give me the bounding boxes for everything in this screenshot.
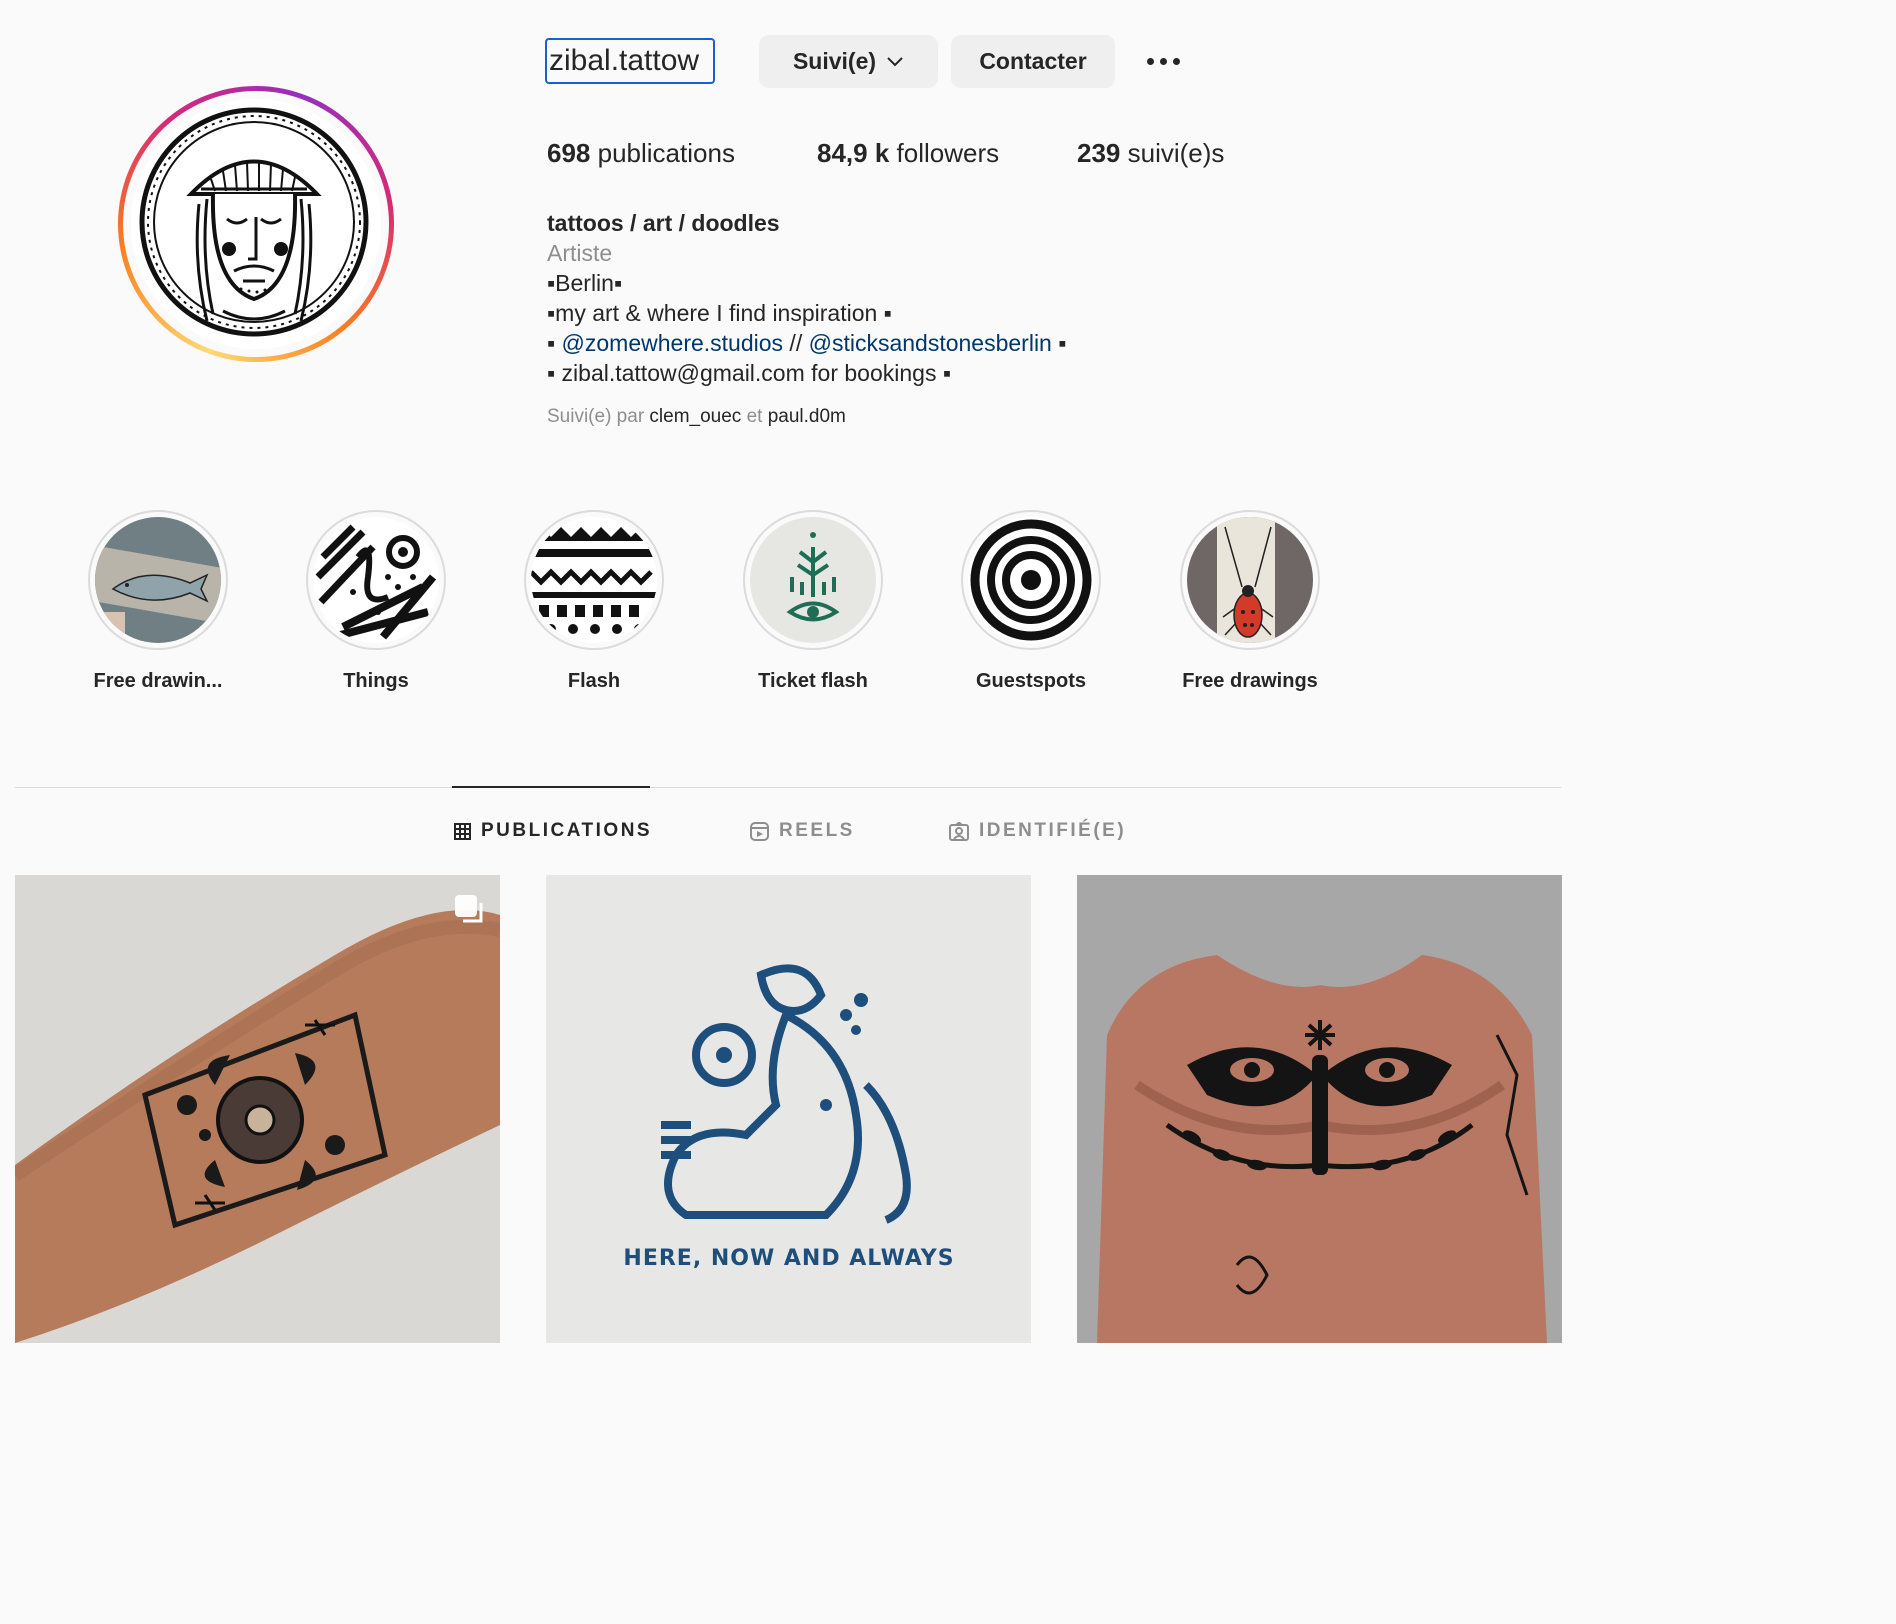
bio-line-location: ▪Berlin▪ xyxy=(547,270,623,296)
profile-display-name: tattoos / art / doodles xyxy=(547,210,780,236)
highlight-label: Flash xyxy=(567,670,621,692)
tab-publications[interactable]: PUBLICATIONS xyxy=(454,820,652,842)
bio-line-email: ▪ zibal.tattow@gmail.com for bookings ▪ xyxy=(547,360,951,386)
highlight-label: Free drawin... xyxy=(93,670,223,692)
profile-page: zibal.tattow Suivi(e) Contacter 698 publ… xyxy=(0,0,1568,1343)
following-button-label: Suivi(e) xyxy=(792,48,877,74)
highlight-free-drawings[interactable]: Free drawings xyxy=(1180,510,1320,692)
highlight-guestspots[interactable]: Guestspots xyxy=(961,510,1101,692)
tab-label: IDENTIFIÉ(E) xyxy=(979,820,1127,841)
tab-label: PUBLICATIONS xyxy=(481,820,653,841)
highlight-label: Ticket flash xyxy=(758,670,868,692)
post-thumbnail[interactable]: HERE, NOW AND ALWAYS xyxy=(546,875,1031,1343)
followed-by[interactable]: Suivi(e) par clem_ouec et paul.d0m xyxy=(547,406,846,428)
avatar-portrait-image xyxy=(139,107,369,337)
bio-link-zomewhere[interactable]: @zomewhere.studios xyxy=(562,330,784,356)
highlight-flash[interactable]: Flash xyxy=(524,510,664,692)
profile-category: Artiste xyxy=(547,240,613,266)
contact-button-label: Contacter xyxy=(979,48,1087,74)
active-tab-indicator xyxy=(452,786,650,788)
chevron-down-icon xyxy=(887,56,903,66)
bio-link-sticksandstones[interactable]: @sticksandstonesberlin xyxy=(809,330,1052,356)
highlight-free-drawin[interactable]: Free drawin... xyxy=(88,510,228,692)
concentric-circles-image xyxy=(968,517,1094,643)
highlight-things[interactable]: Things xyxy=(306,510,446,692)
posts-count: 698 publications xyxy=(547,138,735,168)
grid-icon xyxy=(454,822,471,840)
bio-line-studios: ▪ @zomewhere.studios // @sticksandstones… xyxy=(547,330,1067,356)
followers-count[interactable]: 84,9 k followers xyxy=(817,138,999,169)
chest-tattoo-image xyxy=(1077,875,1562,1343)
tab-tagged[interactable]: IDENTIFIÉ(E) xyxy=(949,820,1126,842)
post-thumbnail[interactable] xyxy=(1077,875,1562,1343)
tab-label: REELS xyxy=(779,820,855,841)
highlight-label: Free drawings xyxy=(1182,670,1318,692)
here-now-always-flash-image: HERE, NOW AND ALWAYS xyxy=(546,875,1031,1343)
post-caption-text: HERE, NOW AND ALWAYS xyxy=(623,1246,954,1271)
profile-bio: tattoos / art / doodles Artiste ▪Berlin▪… xyxy=(547,208,1066,388)
contact-button[interactable]: Contacter xyxy=(951,35,1115,88)
eye-plant-image xyxy=(750,517,876,643)
beetle-drawing-image xyxy=(1187,517,1313,643)
tab-reels[interactable]: REELS xyxy=(750,820,855,842)
more-options-icon[interactable] xyxy=(1144,48,1182,74)
tagged-icon xyxy=(949,821,969,841)
carousel-icon xyxy=(455,895,477,917)
highlight-label: Guestspots xyxy=(975,670,1087,692)
highlight-label: Things xyxy=(343,670,409,692)
abstract-doodle-image xyxy=(313,517,439,643)
following-count[interactable]: 239 suivi(e)s xyxy=(1077,138,1224,169)
followed-by-user-2[interactable]: paul.d0m xyxy=(768,406,846,427)
whale-drawing-image xyxy=(95,517,221,643)
tabs-divider xyxy=(15,787,1561,788)
bio-line-description: ▪my art & where I find inspiration ▪ xyxy=(547,300,892,326)
followed-by-user-1[interactable]: clem_ouec xyxy=(649,406,741,427)
profile-username[interactable]: zibal.tattow xyxy=(545,38,715,84)
post-thumbnail[interactable] xyxy=(15,875,500,1343)
profile-avatar[interactable] xyxy=(118,86,394,362)
pattern-flash-image xyxy=(531,517,657,643)
highlight-ticket-flash[interactable]: Ticket flash xyxy=(743,510,883,692)
following-button[interactable]: Suivi(e) xyxy=(759,35,938,88)
forearm-tattoo-image xyxy=(15,875,500,1343)
reels-icon xyxy=(750,821,769,841)
